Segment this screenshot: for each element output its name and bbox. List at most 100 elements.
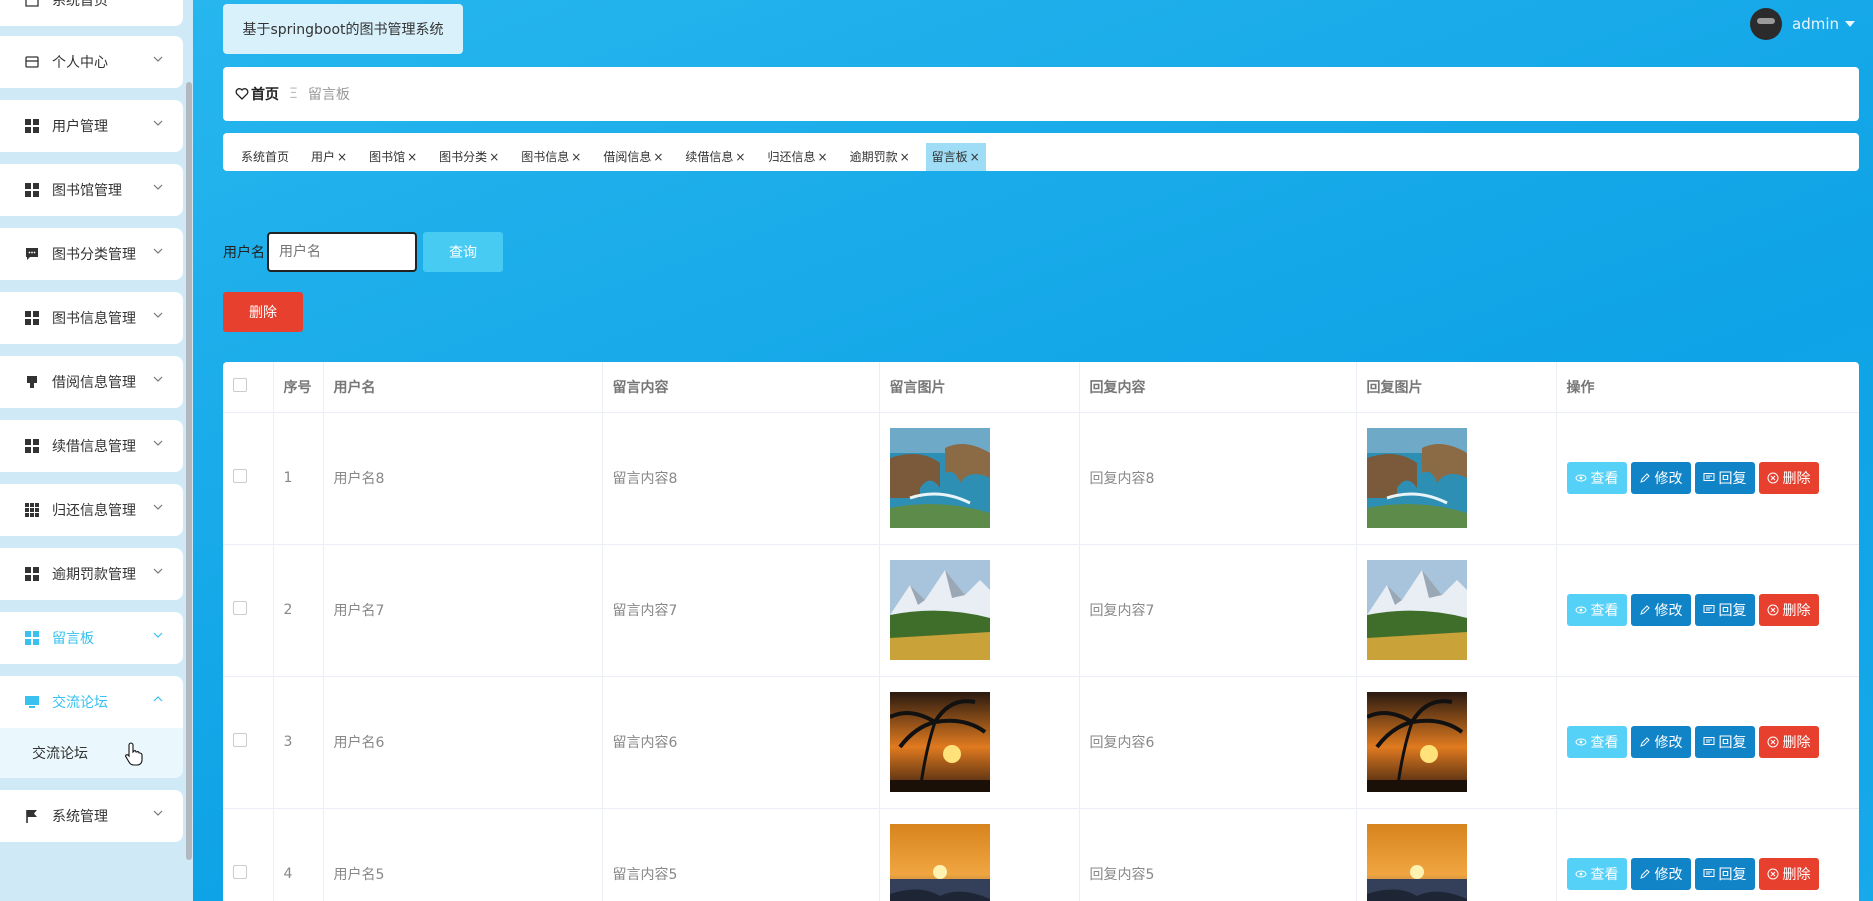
column-header: 用户名: [323, 362, 603, 413]
delete-button[interactable]: 删除: [1758, 726, 1819, 758]
row-checkbox[interactable]: [233, 865, 247, 879]
tag-fine[interactable]: 逾期罚款 ×: [844, 143, 916, 171]
reply-button[interactable]: 回复: [1694, 726, 1755, 758]
close-icon[interactable]: ×: [571, 143, 581, 171]
comment-icon: [1703, 869, 1714, 877]
pencil-icon: [1639, 737, 1650, 747]
breadcrumb-separator: Ξ: [289, 86, 298, 102]
sidebar-item-personal-center[interactable]: 个人中心: [0, 36, 183, 88]
sidebar-item-renew-management[interactable]: 续借信息管理: [0, 420, 183, 472]
chevron-down-icon: [153, 632, 163, 638]
user-menu[interactable]: admin: [1750, 8, 1855, 40]
sidebar-item-forum[interactable]: 交流论坛: [0, 676, 183, 728]
row-username: 用户名5: [323, 808, 603, 901]
row-actions: 查看 修改 回复 删除: [1566, 594, 1859, 626]
tag-category[interactable]: 图书分类 ×: [433, 143, 505, 171]
sidebar-item-library-management[interactable]: 图书馆管理: [0, 164, 183, 216]
tags-view: 系统首页 用户 × 图书馆 × 图书分类 × 图书信息 × 借阅信息 × 续借信息 × 归还…: [223, 133, 1859, 171]
breadcrumb: 首页 Ξ 留言板: [223, 67, 1859, 121]
pencil-icon: [1639, 605, 1650, 615]
view-button[interactable]: 查看: [1566, 594, 1627, 626]
view-label: 查看: [1590, 867, 1619, 883]
stamp-icon: [24, 374, 40, 390]
row-checkbox[interactable]: [233, 733, 247, 747]
delete-label: 删除: [1782, 735, 1811, 751]
search-button[interactable]: 查询: [423, 232, 503, 272]
sidebar-item-label: 系统首页: [52, 0, 108, 9]
message-table: 序号 用户名 留言内容 留言图片 回复内容 回复图片 操作 1 用户名8 留言内…: [223, 362, 1859, 901]
view-button[interactable]: 查看: [1566, 462, 1627, 494]
view-button[interactable]: 查看: [1566, 858, 1627, 890]
tag-message-board[interactable]: 留言板 ×: [925, 143, 986, 171]
tag-label: 图书馆: [369, 150, 406, 164]
delete-button[interactable]: 删除: [1758, 594, 1819, 626]
sidebar-item-home[interactable]: 系统首页: [0, 0, 183, 26]
tag-label: 留言板: [931, 150, 968, 164]
tag-library[interactable]: 图书馆 ×: [363, 143, 423, 171]
close-icon[interactable]: ×: [489, 143, 499, 171]
batch-delete-button[interactable]: 删除: [223, 292, 303, 332]
dots-grid-icon: [24, 502, 40, 518]
column-header: 留言内容: [602, 362, 880, 413]
sidebar-item-message-board[interactable]: 留言板: [0, 612, 183, 664]
monitor-icon: [24, 694, 40, 710]
sidebar-item-borrow-management[interactable]: 借阅信息管理: [0, 356, 183, 408]
tag-user[interactable]: 用户 ×: [305, 143, 353, 171]
close-icon[interactable]: ×: [735, 143, 745, 171]
tag-book-info[interactable]: 图书信息 ×: [515, 143, 587, 171]
view-button[interactable]: 查看: [1566, 726, 1627, 758]
tag-label: 逾期罚款: [849, 150, 898, 164]
close-icon[interactable]: ×: [653, 143, 663, 171]
reply-button[interactable]: 回复: [1694, 594, 1755, 626]
chevron-down-icon: [153, 376, 163, 382]
reply-label: 回复: [1718, 603, 1747, 619]
edit-button[interactable]: 修改: [1630, 858, 1691, 890]
sidebar-item-user-management[interactable]: 用户管理: [0, 100, 183, 152]
tag-return-info[interactable]: 归还信息 ×: [761, 143, 833, 171]
select-all-checkbox[interactable]: [233, 377, 247, 392]
delete-button[interactable]: 删除: [1758, 858, 1819, 890]
sidebar-item-return-management[interactable]: 归还信息管理: [0, 484, 183, 536]
caret-down-icon: [1845, 21, 1855, 27]
submenu-item-forum[interactable]: 交流论坛: [0, 728, 183, 778]
sidebar-item-category-management[interactable]: 图书分类管理: [0, 228, 183, 280]
comment-icon: [1703, 605, 1714, 613]
tag-home[interactable]: 系统首页: [235, 143, 295, 171]
sidebar-item-fine-management[interactable]: 逾期罚款管理: [0, 548, 183, 600]
chevron-down-icon: [153, 440, 163, 446]
username-search-input[interactable]: [267, 232, 417, 272]
edit-button[interactable]: 修改: [1630, 594, 1691, 626]
comment-icon: [1703, 737, 1714, 745]
sidebar-item-book-info-management[interactable]: 图书信息管理: [0, 292, 183, 344]
chevron-down-icon: [153, 248, 163, 254]
eye-icon: [1575, 738, 1586, 746]
column-header: 回复内容: [1079, 362, 1357, 413]
reply-button[interactable]: 回复: [1694, 858, 1755, 890]
close-icon[interactable]: ×: [407, 143, 417, 171]
tag-renew-info[interactable]: 续借信息 ×: [679, 143, 751, 171]
delete-button[interactable]: 删除: [1758, 462, 1819, 494]
breadcrumb-current: 留言板: [307, 87, 350, 103]
edit-button[interactable]: 修改: [1630, 726, 1691, 758]
app-title: 基于springboot的图书管理系统: [223, 4, 463, 54]
row-checkbox[interactable]: [233, 469, 247, 483]
table-row: 4 用户名5 留言内容5 回复内容5 查看 修改 回复 删除: [223, 808, 1859, 901]
reply-button[interactable]: 回复: [1694, 462, 1755, 494]
user-name: admin: [1792, 15, 1839, 33]
sidebar-scrollbar[interactable]: [186, 82, 192, 860]
close-icon[interactable]: ×: [900, 143, 910, 171]
edit-button[interactable]: 修改: [1630, 462, 1691, 494]
edit-label: 修改: [1654, 471, 1683, 487]
close-icon[interactable]: ×: [337, 143, 347, 171]
breadcrumb-home[interactable]: 首页: [235, 84, 279, 104]
row-checkbox[interactable]: [233, 601, 247, 615]
sidebar-item-system-management[interactable]: 系统管理: [0, 790, 183, 842]
reply-label: 回复: [1718, 735, 1747, 751]
close-icon[interactable]: ×: [970, 143, 980, 171]
close-icon[interactable]: ×: [818, 143, 828, 171]
select-all-cell[interactable]: [223, 362, 274, 413]
tag-borrow-info[interactable]: 借阅信息 ×: [597, 143, 669, 171]
row-actions: 查看 修改 回复 删除: [1566, 726, 1859, 758]
grid-icon: [24, 182, 40, 198]
delete-label: 删除: [1782, 471, 1811, 487]
